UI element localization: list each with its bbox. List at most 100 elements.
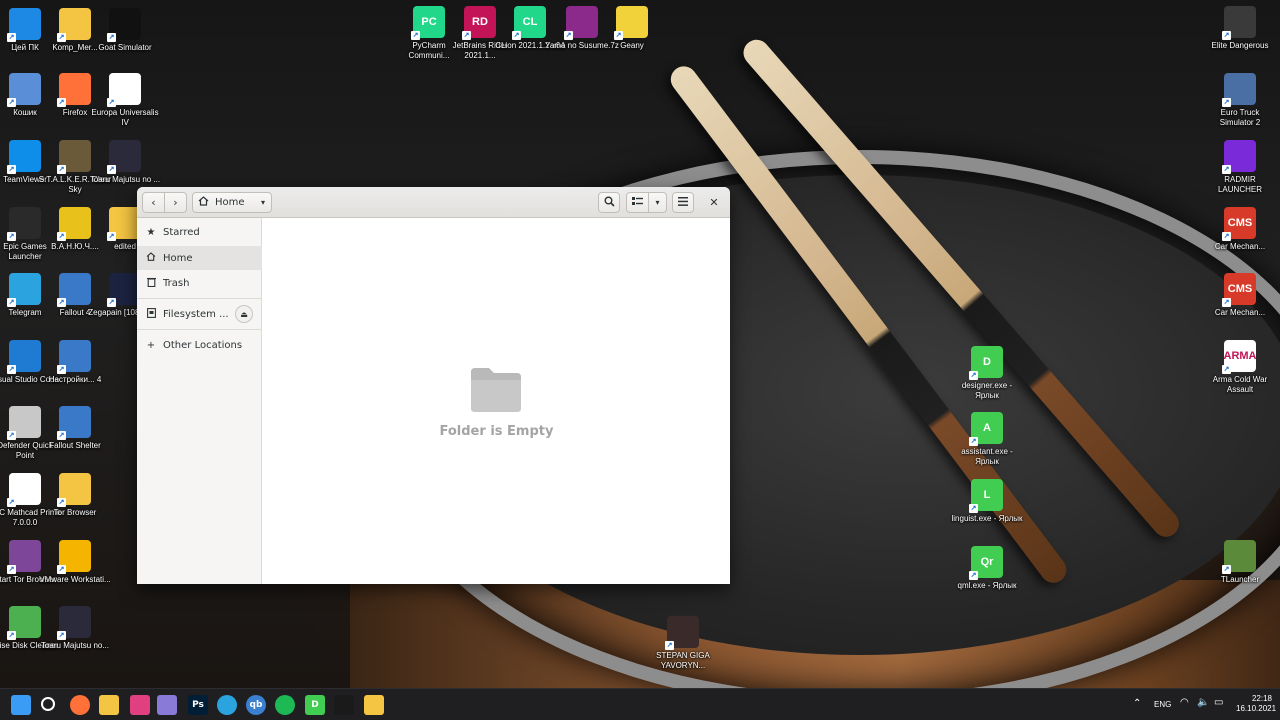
- shortcut-arrow-icon: ↗: [1222, 565, 1231, 574]
- search-icon[interactable]: [41, 697, 55, 711]
- sidebar-item-filesystem[interactable]: Filesystem ... ⏏: [137, 302, 262, 326]
- desktop-shortcut[interactable]: ↗ STEPAN GIGA YAVORYN...: [646, 616, 720, 671]
- spotify-icon[interactable]: [275, 695, 295, 715]
- desktop-shortcut[interactable]: ↗ Tor Browser: [38, 473, 112, 518]
- desktop-shortcut[interactable]: ↗ Fallout Shelter: [38, 406, 112, 451]
- desktop-shortcut[interactable]: Qr ↗ qml.exe - Ярлык: [950, 546, 1024, 591]
- vmware-icon: ↗: [57, 540, 91, 574]
- wifi-icon[interactable]: ◠: [1180, 697, 1189, 720]
- desktop-shortcut[interactable]: ↗ Toaru Majutsu no...: [38, 606, 112, 651]
- sidebar-item-trash[interactable]: Trash: [137, 271, 262, 295]
- desktop-shortcut-label: Arma Cold War Assault: [1212, 375, 1268, 394]
- view-toggle-button[interactable]: [626, 192, 649, 213]
- home-icon: [146, 252, 156, 264]
- desktop-shortcut-label: Car Mechan...: [1214, 242, 1266, 251]
- desktop-shortcut[interactable]: ↗ Elite Dangerous: [1203, 6, 1277, 51]
- desktop-shortcut-label: designer.exe - Ярлык: [961, 381, 1013, 400]
- headerbar: ‹ › Home ▾ ▾ ✕: [137, 187, 730, 218]
- archive-icon: ↗: [564, 6, 598, 40]
- video-icon: ↗: [107, 140, 141, 174]
- terminal-icon[interactable]: [334, 695, 354, 715]
- telegram-icon[interactable]: [217, 695, 237, 715]
- eject-icon[interactable]: ⏏: [235, 305, 253, 323]
- rider-icon: RD ↗: [462, 6, 496, 40]
- taskbar: Ps qb D ⌃ ENG ◠ 🔈 ▭ 22:18 16.10.2021: [0, 688, 1280, 720]
- linux-vm-icon[interactable]: [364, 695, 384, 715]
- sidebar-item-starred[interactable]: ★ Starred: [137, 220, 262, 244]
- desktop-shortcut-label: Geany: [620, 41, 644, 50]
- shortcut-arrow-icon: ↗: [564, 31, 573, 40]
- star-icon: ★: [146, 226, 156, 238]
- shortcut-arrow-icon: ↗: [7, 298, 16, 307]
- video-icon: ↗: [57, 606, 91, 640]
- vault-boy-icon: ↗: [57, 273, 91, 307]
- shortcut-arrow-icon: ↗: [462, 31, 471, 40]
- language-indicator[interactable]: ENG: [1154, 700, 1171, 720]
- desktop-shortcut[interactable]: A ↗ assistant.exe - Ярлык: [950, 412, 1024, 467]
- clock[interactable]: 22:18 16.10.2021: [1236, 694, 1277, 720]
- sidebar-item-home[interactable]: Home: [137, 246, 262, 270]
- drive-icon: [146, 307, 156, 321]
- shortcut-arrow-icon: ↗: [57, 631, 66, 640]
- shortcut-arrow-icon: ↗: [7, 33, 16, 42]
- search-icon: [604, 196, 615, 210]
- desktop-shortcut[interactable]: ↗ RADMIR LAUNCHER: [1203, 140, 1277, 195]
- shortcut-arrow-icon: ↗: [1222, 232, 1231, 241]
- file-explorer-icon[interactable]: [99, 695, 119, 715]
- desktop-shortcut[interactable]: ARMA ↗ Arma Cold War Assault: [1203, 340, 1277, 395]
- shortcut-arrow-icon: ↗: [57, 232, 66, 241]
- photoshop-icon[interactable]: Ps: [188, 695, 208, 715]
- qbittorrent-icon[interactable]: qb: [246, 695, 266, 715]
- sidebar-item-other-locations[interactable]: + Other Locations: [137, 333, 262, 357]
- desktop-shortcut[interactable]: ↗ Настройки... 4: [38, 340, 112, 385]
- desktop-shortcut[interactable]: D ↗ designer.exe - Ярлык: [950, 346, 1024, 401]
- desktop-shortcut[interactable]: ↗ Toaru Majutsu no ...: [88, 140, 162, 185]
- desktop-shortcut[interactable]: ↗ Geany: [595, 6, 669, 51]
- firefox-icon[interactable]: [70, 695, 90, 715]
- search-button[interactable]: [598, 192, 620, 213]
- close-button[interactable]: ✕: [705, 192, 723, 213]
- cms-icon: CMS ↗: [1222, 207, 1256, 241]
- chevron-right-icon: ›: [173, 196, 178, 209]
- qt-qml-icon: Qr ↗: [969, 546, 1003, 580]
- back-button[interactable]: ‹: [142, 192, 165, 213]
- sidebar-separator: [137, 329, 262, 330]
- desktop-shortcut[interactable]: ↗ Goat Simulator: [88, 8, 162, 53]
- desktop-shortcut[interactable]: ↗ Europa Universalis IV: [88, 73, 162, 128]
- clock-date: 16.10.2021: [1236, 704, 1277, 713]
- folder-icon: ↗: [57, 8, 91, 42]
- file-view[interactable]: Folder is Empty: [263, 218, 730, 584]
- shortcut-arrow-icon: ↗: [969, 571, 978, 580]
- shortcut-arrow-icon: ↗: [1222, 298, 1231, 307]
- shortcut-arrow-icon: ↗: [57, 365, 66, 374]
- view-options-button[interactable]: ▾: [648, 192, 667, 213]
- desktop-shortcut[interactable]: CMS ↗ Car Mechan...: [1203, 207, 1277, 252]
- desktop-shortcut-label: Fallout Shelter: [49, 441, 101, 450]
- location-button[interactable]: Home ▾: [192, 192, 272, 213]
- desktop-shortcut-label: Elite Dangerous: [1211, 41, 1269, 50]
- radmir-icon: ↗: [1222, 140, 1256, 174]
- media-icon[interactable]: [130, 695, 150, 715]
- volume-icon[interactable]: 🔈: [1197, 697, 1209, 720]
- battery-icon[interactable]: ▭: [1214, 697, 1223, 720]
- desktop-shortcut-label: TLauncher: [1220, 575, 1260, 584]
- desktop-shortcut[interactable]: ↗ TLauncher: [1203, 540, 1277, 585]
- desktop-shortcut[interactable]: CMS ↗ Car Mechan...: [1203, 273, 1277, 318]
- mathcad-icon: ↗: [7, 473, 41, 507]
- shortcut-arrow-icon: ↗: [57, 33, 66, 42]
- shortcut-arrow-icon: ↗: [7, 365, 16, 374]
- menu-button[interactable]: [672, 192, 694, 213]
- chevron-up-icon[interactable]: ⌃: [1133, 698, 1141, 720]
- shortcut-arrow-icon: ↗: [7, 98, 16, 107]
- forward-button[interactable]: ›: [164, 192, 187, 213]
- desktop-shortcut[interactable]: L ↗ linguist.exe - Ярлык: [950, 479, 1024, 524]
- shortcut-arrow-icon: ↗: [107, 33, 116, 42]
- empty-folder-message: Folder is Empty: [439, 424, 554, 439]
- shortcut-arrow-icon: ↗: [57, 298, 66, 307]
- windows-start-icon[interactable]: [11, 695, 31, 715]
- brush-icon[interactable]: [157, 695, 177, 715]
- desktop-shortcut[interactable]: ↗ Euro Truck Simulator 2: [1203, 73, 1277, 128]
- desktop-shortcut[interactable]: ↗ VMware Workstati...: [38, 540, 112, 585]
- desktop-shortcut-label: RADMIR LAUNCHER: [1217, 175, 1262, 194]
- qt-designer-icon[interactable]: D: [305, 695, 325, 715]
